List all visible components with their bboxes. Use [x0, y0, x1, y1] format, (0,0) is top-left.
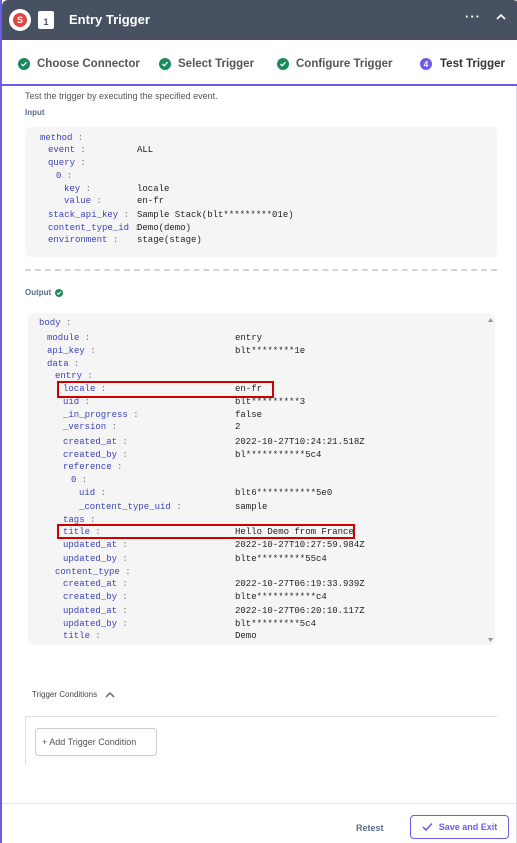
highlight-box-title [57, 524, 355, 539]
code-row: reference : [63, 462, 123, 472]
step-select-trigger[interactable]: Select Trigger [159, 58, 254, 70]
code-value: Demo(demo) [137, 223, 192, 233]
code-row: updated_at : [63, 540, 128, 550]
code-row: environment : [48, 235, 119, 245]
step-label: Choose Connector [37, 58, 140, 70]
step-configure-trigger[interactable]: Configure Trigger [277, 58, 392, 70]
check-circle-icon [55, 288, 64, 297]
code-row: value : [64, 196, 102, 206]
code-value: stage(stage) [137, 235, 202, 245]
code-value: 2 [235, 422, 241, 432]
step-choose-connector[interactable]: Choose Connector [18, 58, 140, 70]
trigger-conditions-label: Trigger Conditions [32, 690, 98, 699]
entry-icon: 1 [38, 11, 54, 29]
panel-header: S 1 Entry Trigger ··· [2, 0, 517, 40]
code-row: data : [47, 359, 80, 369]
code-row: 0 : [56, 171, 73, 181]
add-trigger-condition-button[interactable]: + Add Trigger Condition [35, 728, 157, 756]
code-row: body : [39, 318, 72, 328]
code-value: 2022-10-27T06:20:10.117Z [235, 606, 365, 616]
code-row: uid : [63, 397, 91, 407]
app-logo: S [9, 9, 31, 31]
code-value: 2022-10-27T10:24:21.518Z [235, 437, 365, 447]
code-value: blt*********5c4 [235, 619, 317, 629]
code-row: stack_api_key : [48, 210, 130, 220]
code-value: entry [235, 333, 263, 343]
trigger-conditions-toggle[interactable]: Trigger Conditions [32, 690, 115, 699]
code-row: _content_type_uid : [79, 502, 182, 512]
stepper: Choose Connector Select Trigger Configur… [2, 40, 517, 86]
code-row: 0 : [71, 475, 88, 485]
chevron-up-icon[interactable] [496, 12, 506, 22]
code-row: created_by : [63, 592, 128, 602]
code-row: content_type : [55, 567, 131, 577]
code-value: blt********1e [235, 346, 306, 356]
check-circle-icon [18, 58, 30, 70]
code-value: 2022-10-27T06:19:33.939Z [235, 579, 365, 589]
step-test-trigger[interactable]: 4 Test Trigger [420, 58, 505, 70]
step-label: Configure Trigger [296, 58, 393, 70]
ellipsis-icon[interactable]: ··· [465, 9, 481, 24]
code-row: entry : [55, 371, 93, 381]
code-value: en-fr [137, 196, 165, 206]
retest-button[interactable]: Retest [356, 823, 384, 833]
step-label: Select Trigger [178, 58, 255, 70]
panel-title: Entry Trigger [69, 12, 150, 27]
step-number-badge: 4 [420, 58, 432, 70]
code-row: created_by : [63, 450, 128, 460]
code-value: sample [235, 502, 268, 512]
chevron-up-icon [105, 691, 115, 698]
code-value: locale [137, 184, 170, 194]
code-value: blt*********3 [235, 397, 306, 407]
trigger-panel: S 1 Entry Trigger ··· Choose Connector S… [0, 0, 517, 843]
code-row: updated_by : [63, 554, 128, 564]
code-row: event : [48, 145, 86, 155]
highlight-box-locale [57, 381, 274, 398]
code-value: blte*********55c4 [235, 554, 327, 564]
code-value: 2022-10-27T10:27:59.984Z [235, 540, 365, 550]
code-value: blt6***********5e0 [235, 488, 333, 498]
step-label: Test Trigger [440, 58, 505, 70]
code-row: _version : [63, 422, 118, 432]
code-value: Sample Stack(blt*********01e) [137, 210, 294, 220]
code-row: updated_by : [63, 619, 128, 629]
code-row: query : [48, 158, 86, 168]
check-icon [422, 822, 433, 832]
step-description: Test the trigger by executing the specif… [25, 91, 218, 101]
code-row: uid : [79, 488, 107, 498]
output-scrollbar[interactable] [486, 316, 495, 644]
output-label-text: Output [25, 288, 52, 297]
code-row: created_at : [63, 437, 128, 447]
check-circle-icon [159, 58, 171, 70]
code-value: blte***********c4 [235, 592, 327, 602]
code-row: content_type_id : [48, 223, 140, 233]
code-row: created_at : [63, 579, 128, 589]
code-row: method : [40, 133, 84, 143]
code-row: title : [63, 631, 101, 641]
app-logo-mark: S [13, 13, 27, 27]
code-row: api_key : [47, 346, 96, 356]
code-value: Demo [235, 631, 257, 641]
code-value: false [235, 410, 263, 420]
entry-icon-badge: 1 [43, 17, 49, 27]
input-label: Input [25, 108, 45, 117]
code-row: key : [64, 184, 92, 194]
save-and-exit-label: Save and Exit [438, 822, 498, 832]
code-row: module : [47, 333, 91, 343]
code-row: updated_at : [63, 606, 128, 616]
code-row: _in_progress : [63, 410, 139, 420]
check-circle-icon [277, 58, 289, 70]
save-and-exit-button[interactable]: Save and Exit [410, 815, 509, 839]
section-divider [25, 269, 497, 271]
code-value: bl***********5c4 [235, 450, 322, 460]
output-label: Output [25, 288, 64, 297]
output-code-block[interactable]: body : module : entry api_key : blt*****… [28, 313, 495, 645]
input-code-block: method : event : ALL query : 0 : key : l… [25, 127, 497, 257]
code-value: ALL [137, 145, 154, 155]
